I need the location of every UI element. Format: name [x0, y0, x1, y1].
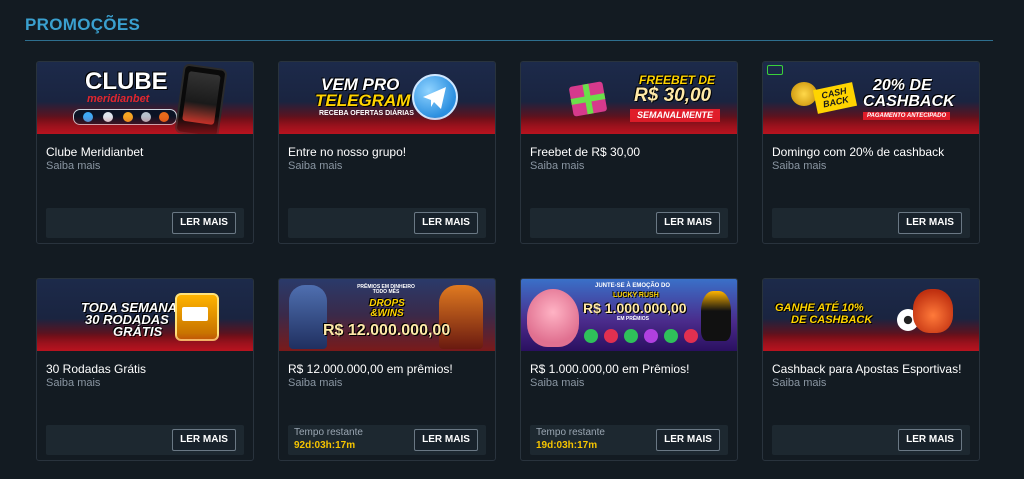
promo-card-lucky-rush[interactable]: JUNTE-SE À EMOÇÃO DO LUCKY RUSH R$ 1.000… [520, 278, 738, 461]
ler-mais-button[interactable]: LER MAIS [414, 212, 478, 234]
banner-caption-2: EM PRÊMIOS [617, 316, 649, 322]
promo-card-telegram[interactable]: VEM PRO TELEGRAM RECEBA OFERTAS DIÁRIAS … [278, 61, 496, 244]
banner-heading: LUCKY RUSH [613, 292, 659, 299]
ler-mais-button[interactable]: LER MAIS [898, 212, 962, 234]
card-title: R$ 1.000.000,00 em Prêmios! [530, 362, 690, 376]
card-title: Freebet de R$ 30,00 [530, 145, 641, 159]
card-footer: LER MAIS [530, 208, 728, 238]
timer-label: Tempo restante [536, 427, 605, 438]
promo-card-freebet[interactable]: FREEBET DE R$ 30,00 SEMANALMENTE Freebet… [520, 61, 738, 244]
card-footer: LER MAIS [46, 208, 244, 238]
saiba-mais-link[interactable]: Saiba mais [772, 377, 826, 389]
promo-card-rodadas[interactable]: TODA SEMANA 30 RODADAS GRÁTIS 30 Rodadas… [36, 278, 254, 461]
ler-mais-button[interactable]: LER MAIS [656, 429, 720, 451]
toucan-icon [701, 291, 731, 341]
banner-subheading: TELEGRAM [315, 91, 411, 110]
money-icon [767, 65, 783, 75]
promo-banner[interactable]: VEM PRO TELEGRAM RECEBA OFERTAS DIÁRIAS [279, 62, 495, 134]
promo-banner[interactable]: GANHE ATÉ 10% DE CASHBACK [763, 279, 979, 351]
banner-brand: meridianbet [87, 93, 150, 105]
banner-caption: PRÊMIOS EM DINHEIRO TODO MÊS [357, 284, 415, 295]
gift-box-icon [568, 81, 608, 117]
promo-card-cashback-domingo[interactable]: CASH BACK 20% DE CASHBACK PAGAMENTO ANTE… [762, 61, 980, 244]
timer-label: Tempo restante [294, 427, 363, 438]
ler-mais-button[interactable]: LER MAIS [414, 429, 478, 451]
card-footer: LER MAIS [772, 425, 970, 455]
ler-mais-button[interactable]: LER MAIS [172, 212, 236, 234]
saiba-mais-link[interactable]: Saiba mais [772, 160, 826, 172]
banner-subheading: DE CASHBACK [791, 314, 873, 326]
timer-value: 92d:03h:17m [294, 440, 356, 451]
promo-card-cashback-esportivo[interactable]: GANHE ATÉ 10% DE CASHBACK Cashback para … [762, 278, 980, 461]
section-divider [25, 40, 993, 41]
banner-heading: DROPS &WINS [369, 298, 405, 319]
section-title: PROMOÇÕES [25, 15, 141, 34]
promo-banner[interactable]: FREEBET DE R$ 30,00 SEMANALMENTE [521, 62, 737, 134]
card-footer: Tempo restante 19d:03h:17m LER MAIS [530, 425, 728, 455]
saiba-mais-link[interactable]: Saiba mais [288, 377, 342, 389]
banner-amount: R$ 30,00 [634, 85, 712, 106]
saiba-mais-link[interactable]: Saiba mais [530, 160, 584, 172]
card-title: Entre no nosso grupo! [288, 145, 407, 159]
ler-mais-button[interactable]: LER MAIS [656, 212, 720, 234]
banner-heading: GANHE ATÉ 10% [775, 302, 864, 314]
timer-value: 19d:03h:17m [536, 440, 598, 451]
card-footer: Tempo restante 92d:03h:17m LER MAIS [288, 425, 486, 455]
card-footer: LER MAIS [46, 425, 244, 455]
promo-card-clube[interactable]: CLUBE meridianbet Clube Meridianbet Saib… [36, 61, 254, 244]
banner-heading: CLUBE [85, 68, 168, 95]
banner-subheading: CASHBACK [863, 93, 955, 110]
banner-amount: R$ 12.000.000,00 [323, 322, 451, 339]
ler-mais-button[interactable]: LER MAIS [898, 429, 962, 451]
gems-icon [581, 327, 701, 345]
saiba-mais-link[interactable]: Saiba mais [530, 377, 584, 389]
promo-card-drops-wins[interactable]: PRÊMIOS EM DINHEIRO TODO MÊS DROPS &WINS… [278, 278, 496, 461]
banner-caption: JUNTE-SE À EMOÇÃO DO [595, 283, 671, 289]
promo-banner[interactable]: CASH BACK 20% DE CASHBACK PAGAMENTO ANTE… [763, 62, 979, 134]
card-footer: LER MAIS [772, 208, 970, 238]
coin-bag-icon [913, 289, 953, 333]
saiba-mais-link[interactable]: Saiba mais [46, 377, 100, 389]
saiba-mais-link[interactable]: Saiba mais [288, 160, 342, 172]
card-title: Domingo com 20% de cashback [772, 145, 945, 159]
ler-mais-button[interactable]: LER MAIS [172, 429, 236, 451]
banner-amount: R$ 1.000.000,00 [583, 300, 687, 316]
character-art-icon [439, 285, 483, 349]
card-footer: LER MAIS [288, 208, 486, 238]
card-title: R$ 12.000.000,00 em prêmios! [288, 362, 453, 376]
card-title: 30 Rodadas Grátis [46, 362, 147, 376]
card-title: Clube Meridianbet [46, 145, 144, 159]
cashback-badge: CASH BACK [812, 82, 858, 114]
saiba-mais-link[interactable]: Saiba mais [46, 160, 100, 172]
character-art-icon [289, 285, 327, 349]
card-title: Cashback para Apostas Esportivas! [772, 362, 962, 376]
pig-character-icon [527, 289, 579, 347]
promo-banner[interactable]: CLUBE meridianbet [37, 62, 253, 134]
promo-banner[interactable]: PRÊMIOS EM DINHEIRO TODO MÊS DROPS &WINS… [279, 279, 495, 351]
promo-banner[interactable]: JUNTE-SE À EMOÇÃO DO LUCKY RUSH R$ 1.000… [521, 279, 737, 351]
banner-heading: 20% DE [873, 77, 932, 94]
telegram-icon [412, 74, 458, 120]
promo-banner[interactable]: TODA SEMANA 30 RODADAS GRÁTIS [37, 279, 253, 351]
